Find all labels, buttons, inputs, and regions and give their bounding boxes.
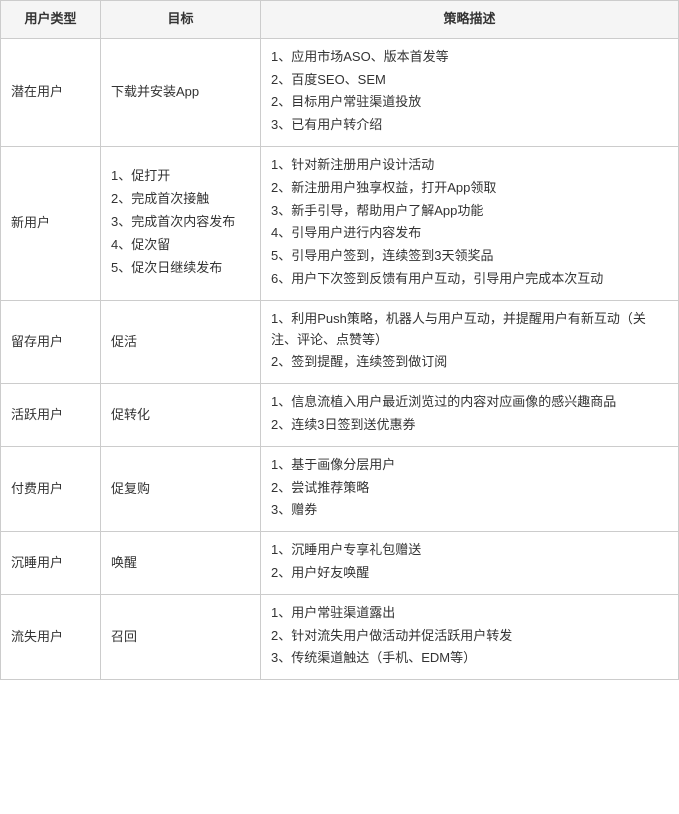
- goal-cell: 促转化: [101, 384, 261, 447]
- header-user-type: 用户类型: [1, 1, 101, 39]
- user-type-cell: 流失用户: [1, 594, 101, 679]
- strategy-item: 3、传统渠道触达（手机、EDM等）: [271, 648, 668, 669]
- goal-cell: 下载并安装App: [101, 38, 261, 146]
- strategy-item: 5、引导用户签到，连续签到3天领奖品: [271, 246, 668, 267]
- strategy-item: 1、信息流植入用户最近浏览过的内容对应画像的感兴趣商品: [271, 392, 668, 413]
- strategy-item: 3、赠券: [271, 500, 668, 521]
- strategy-item: 2、针对流失用户做活动并促活跃用户转发: [271, 626, 668, 647]
- strategy-cell: 1、应用市场ASO、版本首发等2、百度SEO、SEM2、目标用户常驻渠道投放3、…: [261, 38, 679, 146]
- goal-cell: 唤醒: [101, 532, 261, 595]
- strategy-cell: 1、针对新注册用户设计活动2、新注册用户独享权益，打开App领取3、新手引导，帮…: [261, 146, 679, 300]
- strategy-cell: 1、沉睡用户专享礼包赠送2、用户好友唤醒: [261, 532, 679, 595]
- strategy-item: 2、百度SEO、SEM: [271, 70, 668, 91]
- strategy-item: 2、目标用户常驻渠道投放: [271, 92, 668, 113]
- header-strategy: 策略描述: [261, 1, 679, 39]
- strategy-item: 2、新注册用户独享权益，打开App领取: [271, 178, 668, 199]
- strategy-cell: 1、信息流植入用户最近浏览过的内容对应画像的感兴趣商品2、连续3日签到送优惠券: [261, 384, 679, 447]
- goal-cell: 召回: [101, 594, 261, 679]
- strategy-item: 1、基于画像分层用户: [271, 455, 668, 476]
- strategy-cell: 1、基于画像分层用户2、尝试推荐策略3、赠券: [261, 446, 679, 531]
- user-type-cell: 潜在用户: [1, 38, 101, 146]
- strategy-item: 1、应用市场ASO、版本首发等: [271, 47, 668, 68]
- strategy-item: 4、引导用户进行内容发布: [271, 223, 668, 244]
- goal-cell: 1、促打开2、完成首次接触3、完成首次内容发布4、促次留5、促次日继续发布: [101, 146, 261, 300]
- strategy-item: 2、尝试推荐策略: [271, 478, 668, 499]
- strategy-item: 3、已有用户转介绍: [271, 115, 668, 136]
- goal-item: 1、促打开: [111, 166, 250, 187]
- strategy-cell: 1、用户常驻渠道露出2、针对流失用户做活动并促活跃用户转发3、传统渠道触达（手机…: [261, 594, 679, 679]
- strategy-item: 1、用户常驻渠道露出: [271, 603, 668, 624]
- strategy-item: 3、新手引导，帮助用户了解App功能: [271, 201, 668, 222]
- strategy-cell: 1、利用Push策略，机器人与用户互动，并提醒用户有新互动（关注、评论、点赞等）…: [261, 300, 679, 383]
- goal-item: 4、促次留: [111, 235, 250, 256]
- goal-item: 5、促次日继续发布: [111, 258, 250, 279]
- strategy-item: 6、用户下次签到反馈有用户互动，引导用户完成本次互动: [271, 269, 668, 290]
- goal-cell: 促活: [101, 300, 261, 383]
- goal-cell: 促复购: [101, 446, 261, 531]
- strategy-item: 1、沉睡用户专享礼包赠送: [271, 540, 668, 561]
- strategy-item: 1、利用Push策略，机器人与用户互动，并提醒用户有新互动（关注、评论、点赞等）: [271, 309, 668, 351]
- user-type-cell: 活跃用户: [1, 384, 101, 447]
- strategy-item: 2、连续3日签到送优惠券: [271, 415, 668, 436]
- user-type-cell: 新用户: [1, 146, 101, 300]
- goal-item: 2、完成首次接触: [111, 189, 250, 210]
- strategy-item: 1、针对新注册用户设计活动: [271, 155, 668, 176]
- goal-item: 3、完成首次内容发布: [111, 212, 250, 233]
- user-type-cell: 沉睡用户: [1, 532, 101, 595]
- strategy-item: 2、用户好友唤醒: [271, 563, 668, 584]
- strategy-item: 2、签到提醒，连续签到做订阅: [271, 352, 668, 373]
- user-type-cell: 留存用户: [1, 300, 101, 383]
- header-goal: 目标: [101, 1, 261, 39]
- user-type-cell: 付费用户: [1, 446, 101, 531]
